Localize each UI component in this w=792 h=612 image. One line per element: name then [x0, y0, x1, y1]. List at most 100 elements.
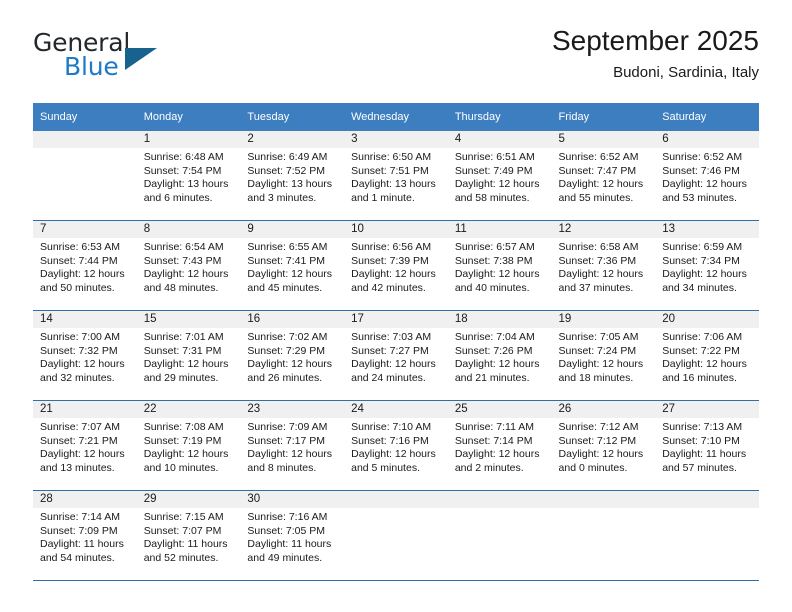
sunset-text: Sunset: 7:10 PM	[662, 434, 740, 447]
day-cell[interactable]: 28 Sunrise: 7:14 AM Sunset: 7:09 PM Dayligh…	[33, 491, 137, 579]
sunset-text: Sunset: 7:51 PM	[351, 164, 429, 177]
day-details: Sunrise: 6:53 AM Sunset: 7:44 PM Daylight:…	[33, 238, 137, 295]
sunset-text: Sunset: 7:09 PM	[40, 524, 118, 537]
daylight-text: Daylight: 12 hours and 34 minutes.	[662, 268, 747, 294]
calendar-cell: 10 Sunrise: 6:56 AM Sunset: 7:39 PM Dayligh…	[344, 220, 448, 311]
location-subtitle: Budoni, Sardinia, Italy	[613, 64, 759, 81]
day-cell[interactable]: 13 Sunrise: 6:59 AM Sunset: 7:34 PM Dayligh…	[655, 221, 759, 309]
calendar-cell	[33, 131, 137, 221]
day-cell[interactable]: 19 Sunrise: 7:05 AM Sunset: 7:24 PM Dayligh…	[551, 311, 656, 399]
weekday-header-tuesday: Tuesday	[240, 103, 345, 131]
calendar-cell: 1 Sunrise: 6:48 AM Sunset: 7:54 PM Daylight…	[136, 131, 241, 221]
sunrise-text: Sunrise: 7:10 AM	[351, 421, 432, 433]
day-number: 17	[344, 311, 448, 328]
sunset-text: Sunset: 7:16 PM	[351, 434, 429, 447]
day-details: Sunrise: 6:49 AM Sunset: 7:52 PM Daylight:…	[240, 148, 344, 205]
day-cell[interactable]: 1 Sunrise: 6:48 AM Sunset: 7:54 PM Daylight…	[136, 131, 241, 219]
brand-name-blue: Blue	[64, 52, 119, 81]
day-number: 10	[344, 221, 448, 238]
day-cell[interactable]: 16 Sunrise: 7:02 AM Sunset: 7:29 PM Dayligh…	[240, 311, 345, 399]
calendar-body: 1 Sunrise: 6:48 AM Sunset: 7:54 PM Daylight…	[33, 131, 759, 581]
day-cell-empty	[447, 491, 552, 579]
brand-logo[interactable]: General Blue	[33, 28, 243, 86]
sunrise-text: Sunrise: 7:12 AM	[558, 421, 639, 433]
daylight-text: Daylight: 12 hours and 18 minutes.	[558, 358, 644, 384]
sunrise-text: Sunrise: 6:54 AM	[143, 241, 224, 253]
daylight-text: Daylight: 12 hours and 32 minutes.	[40, 358, 125, 384]
calendar-cell: 13 Sunrise: 6:59 AM Sunset: 7:34 PM Dayligh…	[655, 220, 759, 311]
sunrise-text: Sunrise: 7:04 AM	[454, 331, 535, 343]
calendar-cell: 20 Sunrise: 7:06 AM Sunset: 7:22 PM Dayligh…	[655, 310, 759, 401]
calendar-cell	[551, 490, 656, 581]
day-cell[interactable]: 3 Sunrise: 6:50 AM Sunset: 7:51 PM Daylight…	[344, 131, 448, 219]
day-number: 15	[136, 311, 241, 328]
sunrise-text: Sunrise: 7:15 AM	[143, 511, 224, 523]
sunset-text: Sunset: 7:05 PM	[247, 524, 326, 537]
title-block: September 2025 Budoni, Sardinia, Italy	[552, 24, 759, 84]
daylight-text: Daylight: 13 hours and 3 minutes.	[247, 178, 333, 204]
day-cell[interactable]: 18 Sunrise: 7:04 AM Sunset: 7:26 PM Dayligh…	[447, 311, 552, 399]
daylight-text: Daylight: 12 hours and 2 minutes.	[454, 448, 540, 474]
calendar-cell: 5 Sunrise: 6:52 AM Sunset: 7:47 PM Daylight…	[551, 131, 656, 221]
day-cell[interactable]: 6 Sunrise: 6:52 AM Sunset: 7:46 PM Daylight…	[655, 131, 759, 219]
day-cell[interactable]: 21 Sunrise: 7:07 AM Sunset: 7:21 PM Dayligh…	[33, 401, 137, 489]
day-cell[interactable]: 12 Sunrise: 6:58 AM Sunset: 7:36 PM Dayligh…	[551, 221, 656, 309]
calendar-cell: 11 Sunrise: 6:57 AM Sunset: 7:38 PM Dayligh…	[447, 220, 552, 311]
sunset-text: Sunset: 7:52 PM	[247, 164, 326, 177]
day-cell[interactable]: 8 Sunrise: 6:54 AM Sunset: 7:43 PM Daylight…	[136, 221, 241, 309]
sunrise-text: Sunrise: 7:06 AM	[662, 331, 743, 343]
day-cell[interactable]: 15 Sunrise: 7:01 AM Sunset: 7:31 PM Dayligh…	[136, 311, 241, 399]
daylight-text: Daylight: 11 hours and 49 minutes.	[247, 538, 332, 564]
day-cell[interactable]: 4 Sunrise: 6:51 AM Sunset: 7:49 PM Daylight…	[447, 131, 552, 219]
day-number: 25	[447, 401, 552, 418]
sunset-text: Sunset: 7:31 PM	[143, 344, 222, 357]
day-cell[interactable]: 25 Sunrise: 7:11 AM Sunset: 7:14 PM Dayligh…	[447, 401, 552, 489]
weekday-header-monday: Monday	[136, 103, 241, 131]
day-number: 21	[33, 401, 137, 418]
day-cell[interactable]: 17 Sunrise: 7:03 AM Sunset: 7:27 PM Dayligh…	[344, 311, 448, 399]
sunset-text: Sunset: 7:12 PM	[558, 434, 637, 447]
day-cell[interactable]: 14 Sunrise: 7:00 AM Sunset: 7:32 PM Dayligh…	[33, 311, 137, 399]
day-details: Sunrise: 7:08 AM Sunset: 7:19 PM Daylight:…	[137, 418, 241, 475]
day-details: Sunrise: 7:02 AM Sunset: 7:29 PM Daylight:…	[240, 328, 344, 385]
day-cell-empty	[33, 131, 137, 219]
day-details: Sunrise: 7:11 AM Sunset: 7:14 PM Daylight:…	[448, 418, 552, 475]
day-cell[interactable]: 30 Sunrise: 7:16 AM Sunset: 7:05 PM Dayligh…	[240, 491, 345, 579]
day-details: Sunrise: 7:03 AM Sunset: 7:27 PM Daylight:…	[344, 328, 448, 385]
day-number: 19	[551, 311, 656, 328]
daylight-text: Daylight: 13 hours and 6 minutes.	[143, 178, 229, 204]
triangle-logo-icon	[125, 48, 157, 70]
day-cell[interactable]: 27 Sunrise: 7:13 AM Sunset: 7:10 PM Dayligh…	[655, 401, 759, 489]
day-cell[interactable]: 11 Sunrise: 6:57 AM Sunset: 7:38 PM Dayligh…	[447, 221, 552, 309]
day-details: Sunrise: 6:56 AM Sunset: 7:39 PM Daylight:…	[344, 238, 448, 295]
sunrise-text: Sunrise: 6:56 AM	[351, 241, 432, 253]
page-header: General Blue September 2025 Budoni, Sard…	[33, 24, 759, 90]
day-details: Sunrise: 6:54 AM Sunset: 7:43 PM Daylight:…	[137, 238, 241, 295]
day-cell[interactable]: 10 Sunrise: 6:56 AM Sunset: 7:39 PM Dayligh…	[344, 221, 448, 309]
day-cell[interactable]: 9 Sunrise: 6:55 AM Sunset: 7:41 PM Daylight…	[240, 221, 345, 309]
day-number	[447, 491, 552, 508]
day-cell[interactable]: 29 Sunrise: 7:15 AM Sunset: 7:07 PM Dayligh…	[136, 491, 241, 579]
day-cell[interactable]: 2 Sunrise: 6:49 AM Sunset: 7:52 PM Daylight…	[240, 131, 345, 219]
day-number: 2	[240, 131, 345, 148]
day-cell[interactable]: 23 Sunrise: 7:09 AM Sunset: 7:17 PM Dayligh…	[240, 401, 345, 489]
sunset-text: Sunset: 7:26 PM	[454, 344, 533, 357]
day-details: Sunrise: 6:48 AM Sunset: 7:54 PM Daylight:…	[137, 148, 241, 205]
day-details: Sunrise: 7:12 AM Sunset: 7:12 PM Daylight:…	[552, 418, 656, 475]
day-cell[interactable]: 5 Sunrise: 6:52 AM Sunset: 7:47 PM Daylight…	[551, 131, 656, 219]
sunrise-text: Sunrise: 7:00 AM	[40, 331, 120, 343]
day-number: 13	[655, 221, 759, 238]
daylight-text: Daylight: 12 hours and 37 minutes.	[558, 268, 644, 294]
day-cell[interactable]: 24 Sunrise: 7:10 AM Sunset: 7:16 PM Dayligh…	[344, 401, 448, 489]
day-cell[interactable]: 7 Sunrise: 6:53 AM Sunset: 7:44 PM Daylight…	[33, 221, 137, 309]
day-cell[interactable]: 20 Sunrise: 7:06 AM Sunset: 7:22 PM Dayligh…	[655, 311, 759, 399]
day-cell[interactable]: 22 Sunrise: 7:08 AM Sunset: 7:19 PM Dayligh…	[136, 401, 241, 489]
day-cell[interactable]: 26 Sunrise: 7:12 AM Sunset: 7:12 PM Dayligh…	[551, 401, 656, 489]
day-details: Sunrise: 6:52 AM Sunset: 7:46 PM Daylight:…	[655, 148, 759, 205]
day-details: Sunrise: 7:16 AM Sunset: 7:05 PM Daylight:…	[240, 508, 344, 565]
day-number: 9	[240, 221, 345, 238]
calendar-cell: 21 Sunrise: 7:07 AM Sunset: 7:21 PM Dayligh…	[33, 400, 137, 491]
sunrise-text: Sunrise: 7:07 AM	[40, 421, 120, 433]
day-cell-empty	[655, 491, 759, 579]
day-details: Sunrise: 7:13 AM Sunset: 7:10 PM Daylight:…	[655, 418, 759, 475]
